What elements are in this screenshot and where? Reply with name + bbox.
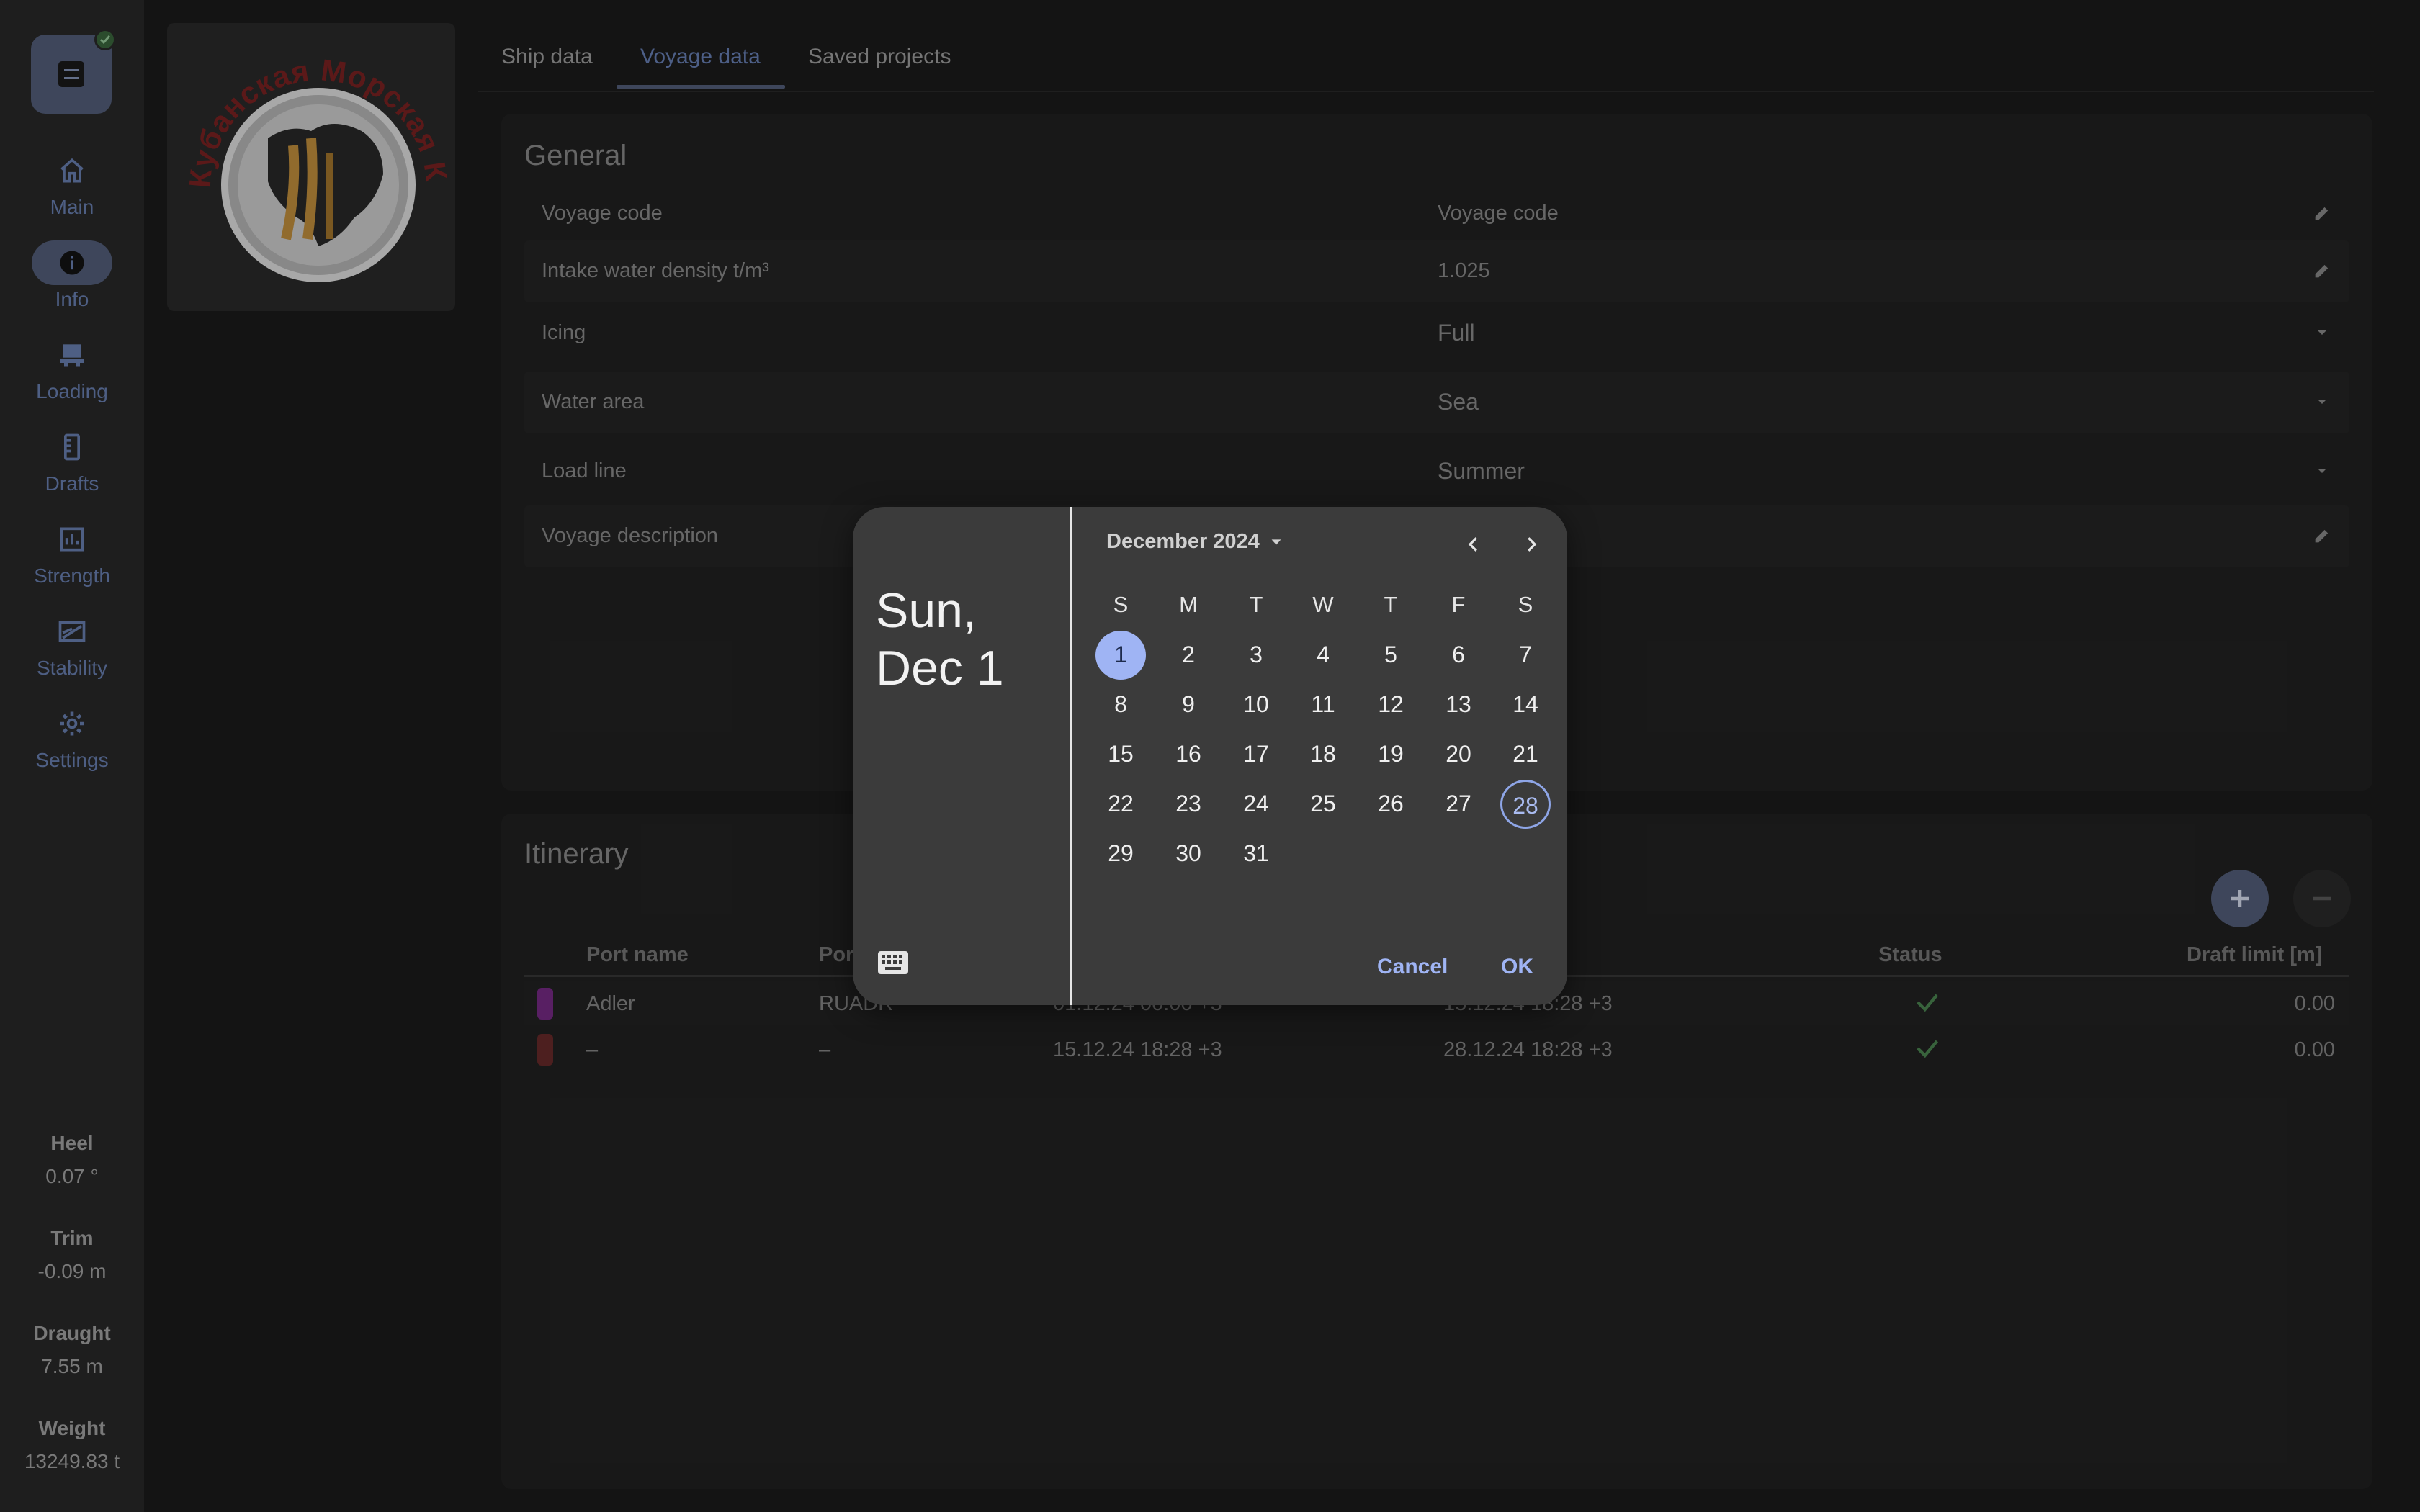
headline-weekday: Sun, xyxy=(876,583,977,638)
chevron-right-icon xyxy=(1528,537,1537,552)
calendar-day[interactable]: 24 xyxy=(1231,780,1281,829)
weekday-label: S xyxy=(1113,592,1129,617)
calendar-day[interactable]: 21 xyxy=(1500,730,1551,779)
weekday-label: S xyxy=(1518,592,1533,617)
calendar-day[interactable]: 25 xyxy=(1298,780,1348,829)
headline-date: Dec 1 xyxy=(876,641,1004,696)
calendar-day[interactable]: 3 xyxy=(1231,631,1281,680)
calendar-day[interactable]: 29 xyxy=(1095,829,1146,878)
calendar-day[interactable]: 22 xyxy=(1095,780,1146,829)
calendar-day[interactable]: 28 xyxy=(1500,780,1551,829)
calendar-day[interactable]: 9 xyxy=(1163,680,1214,729)
calendar-day[interactable]: 7 xyxy=(1500,631,1551,680)
calendar-day[interactable]: 11 xyxy=(1298,680,1348,729)
month-year-label: December 2024 xyxy=(1106,530,1260,553)
date-picker-dialog: Sun, Dec 1 December 2024 SMTWTFS 1234567… xyxy=(853,507,1567,1005)
calendar-day[interactable]: 10 xyxy=(1231,680,1281,729)
selected-date-headline: Sun, Dec 1 xyxy=(876,582,1063,697)
previous-month-button[interactable] xyxy=(1458,528,1489,560)
calendar-day[interactable]: 2 xyxy=(1163,631,1214,680)
calendar-day[interactable]: 18 xyxy=(1298,730,1348,779)
weekday-label: T xyxy=(1249,592,1263,617)
calendar-day[interactable]: 26 xyxy=(1366,780,1416,829)
ok-button[interactable]: OK xyxy=(1501,955,1533,979)
calendar-day[interactable]: 5 xyxy=(1366,631,1416,680)
calendar-day[interactable]: 6 xyxy=(1433,631,1484,680)
calendar-day[interactable]: 31 xyxy=(1231,829,1281,878)
calendar-day[interactable]: 23 xyxy=(1163,780,1214,829)
next-month-button[interactable] xyxy=(1515,528,1547,560)
calendar-day[interactable]: 4 xyxy=(1298,631,1348,680)
calendar-day[interactable]: 1 xyxy=(1095,631,1146,680)
calendar-day[interactable]: 20 xyxy=(1433,730,1484,779)
weekday-label: T xyxy=(1384,592,1398,617)
calendar-day[interactable]: 19 xyxy=(1366,730,1416,779)
weekday-label: M xyxy=(1179,592,1198,617)
cancel-button[interactable]: Cancel xyxy=(1377,955,1448,979)
calendar-day[interactable]: 30 xyxy=(1163,829,1214,878)
calendar-day[interactable]: 27 xyxy=(1433,780,1484,829)
calendar-day[interactable]: 14 xyxy=(1500,680,1551,729)
chevron-down-icon xyxy=(1271,539,1281,545)
calendar-day[interactable]: 8 xyxy=(1095,680,1146,729)
calendar-day[interactable]: 12 xyxy=(1366,680,1416,729)
calendar-day[interactable]: 13 xyxy=(1433,680,1484,729)
keyboard-icon[interactable] xyxy=(877,950,909,975)
weekday-label: W xyxy=(1312,592,1334,617)
date-picker-header: Sun, Dec 1 xyxy=(853,507,1072,1005)
calendar-day[interactable]: 16 xyxy=(1163,730,1214,779)
weekday-label: F xyxy=(1451,592,1466,617)
calendar-day[interactable]: 15 xyxy=(1095,730,1146,779)
calendar-day[interactable]: 17 xyxy=(1231,730,1281,779)
month-year-selector[interactable]: December 2024 xyxy=(1106,530,1284,554)
chevron-left-icon xyxy=(1468,537,1477,552)
